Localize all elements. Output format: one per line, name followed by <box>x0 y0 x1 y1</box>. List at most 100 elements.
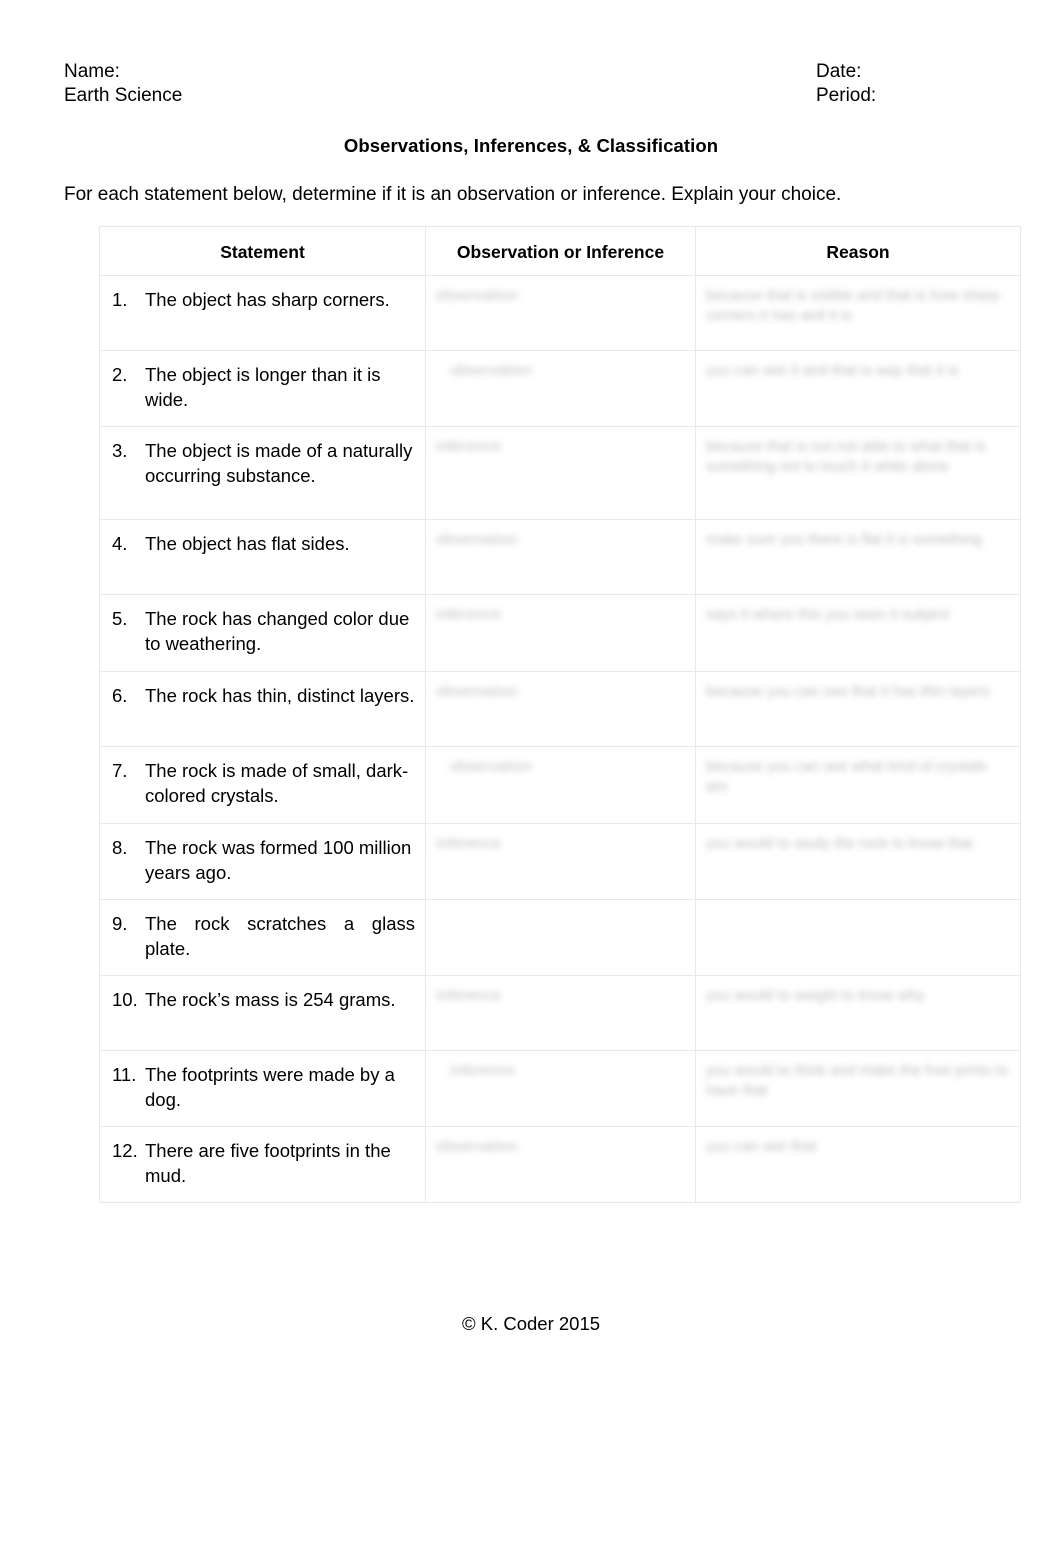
table-row: 3. The object is made of a naturally occu… <box>99 426 1021 520</box>
answer-reason-cell[interactable]: because you can see what kind of crystal… <box>695 746 1021 824</box>
answer-reason-content: you would to think and make the foot pri… <box>696 1051 1020 1115</box>
answer-reason-value: says it where this you seen it subject <box>706 606 950 623</box>
answer-type-cell[interactable]: inference <box>425 975 696 1051</box>
statement-line: 4. The object has flat sides. <box>112 532 415 557</box>
column-header-reason: Reason <box>695 226 1021 276</box>
answer-type-cell[interactable]: observation <box>425 671 696 747</box>
statement-line: 2. The object is longer than it is wide. <box>112 363 415 412</box>
answer-type-value: observation <box>436 683 518 700</box>
statement-line: 12. There are five footprints in the mud. <box>112 1139 415 1188</box>
statement-text: There are five footprints in the mud. <box>145 1140 391 1186</box>
statement-cell: 7. The rock is made of small, dark-colore… <box>99 746 426 824</box>
page-header: Name: Date: Earth Science Period: <box>64 60 1002 108</box>
answer-type-content: observation <box>426 747 695 791</box>
statement-cell: 10. The rock’s mass is 254 grams. <box>99 975 426 1051</box>
answer-reason-cell[interactable]: you would to weight to know why <box>695 975 1021 1051</box>
answer-reason-content: you can see that <box>696 1127 1020 1171</box>
answer-reason-value: because you can see what kind of crystal… <box>706 758 987 795</box>
answer-reason-content: because you can see that it has thin lay… <box>696 672 1020 716</box>
answer-reason-cell[interactable]: says it where this you seen it subject <box>695 594 1021 672</box>
answer-reason-value: because that is visible and that is how … <box>706 287 1000 324</box>
answer-reason-content: says it where this you seen it subject <box>696 595 1020 639</box>
answer-reason-content: you can see it and that is way that it i… <box>696 351 1020 395</box>
statement-number: 8. <box>112 837 128 858</box>
statement-text: The object is made of a naturally occurr… <box>145 440 413 486</box>
directions-text: For each statement below, determine if i… <box>64 184 842 205</box>
answer-type-value: inference <box>436 835 502 852</box>
answer-reason-value: you can see that <box>706 1138 817 1155</box>
statement-number: 7. <box>112 760 128 781</box>
answer-type-cell[interactable]: inference <box>425 1050 696 1127</box>
answer-type-content: inference <box>426 976 695 1020</box>
statement-content: 4. The object has flat sides. <box>100 520 425 594</box>
answer-reason-cell[interactable]: you would to study the rock to know that <box>695 823 1021 900</box>
answer-reason-cell[interactable]: because that is visible and that is how … <box>695 275 1021 351</box>
table-header-row: Statement Observation or Inference Reaso… <box>99 226 1021 276</box>
answer-type-cell[interactable]: inference <box>425 823 696 900</box>
statement-cell: 8. The rock was formed 100 million years … <box>99 823 426 900</box>
answer-type-value: observation <box>436 1138 518 1155</box>
answer-reason-value: you would to think and make the foot pri… <box>706 1062 1008 1099</box>
answer-type-value: inference <box>436 987 502 1004</box>
statement-number: 10. <box>112 989 138 1010</box>
answer-reason-cell[interactable]: you can see that <box>695 1126 1021 1203</box>
answer-reason-content: make sure you there is flat it is someth… <box>696 520 1020 564</box>
statement-cell: 1. The object has sharp corners. <box>99 275 426 351</box>
worksheet-table: Statement Observation or Inference Reaso… <box>99 226 1021 1203</box>
statement-text: The footprints were made by a dog. <box>145 1064 395 1110</box>
answer-reason-cell[interactable] <box>695 899 1021 976</box>
answer-reason-cell[interactable]: because you can see that it has thin lay… <box>695 671 1021 747</box>
statement-text: The object has flat sides. <box>145 533 350 554</box>
answer-type-cell[interactable]: inference <box>425 594 696 672</box>
statement-cell: 12. There are five footprints in the mud. <box>99 1126 426 1203</box>
page-title: Observations, Inferences, & Classificati… <box>343 135 719 156</box>
answer-type-content: inference <box>426 595 695 639</box>
answer-reason-content: because that is visible and that is how … <box>696 276 1020 340</box>
statement-line: 10. The rock’s mass is 254 grams. <box>112 988 415 1013</box>
answer-type-value: observation <box>436 531 518 548</box>
answer-type-cell[interactable]: inference <box>425 426 696 520</box>
answer-reason-cell[interactable]: you can see it and that is way that it i… <box>695 350 1021 427</box>
statement-content: 12. There are five footprints in the mud. <box>100 1127 425 1202</box>
answer-type-content <box>426 900 695 924</box>
statement-cell: 5. The rock has changed color due to weat… <box>99 594 426 672</box>
statement-number: 4. <box>112 533 128 554</box>
table-row: 11. The footprints were made by a dog. inf… <box>99 1050 1021 1127</box>
statement-number: 12. <box>112 1140 138 1161</box>
statement-number: 1. <box>112 289 128 310</box>
answer-reason-value: you would to study the rock to know that <box>706 835 973 852</box>
statement-content: 9. The rock scratches a glass plate. <box>100 900 425 975</box>
statement-text: The object has sharp corners. <box>145 289 390 310</box>
answer-type-content: observation <box>426 672 695 716</box>
answer-reason-value: because you can see that it has thin lay… <box>706 683 990 700</box>
table-row: 4. The object has flat sides. observation m… <box>99 519 1021 595</box>
answer-reason-content: you would to study the rock to know that <box>696 824 1020 868</box>
statement-content: 7. The rock is made of small, dark-colore… <box>100 747 425 822</box>
copyright-footer: © K. Coder 2015 <box>461 1313 601 1334</box>
answer-type-value: inference <box>436 606 502 623</box>
statement-cell: 3. The object is made of a naturally occu… <box>99 426 426 520</box>
answer-type-cell[interactable]: observation <box>425 350 696 427</box>
answer-type-cell[interactable]: observation <box>425 746 696 824</box>
statement-content: 2. The object is longer than it is wide. <box>100 351 425 426</box>
statement-content: 10. The rock’s mass is 254 grams. <box>100 976 425 1050</box>
answer-type-cell[interactable]: observation <box>425 519 696 595</box>
statement-line: 5. The rock has changed color due to weat… <box>112 607 415 656</box>
answer-type-cell[interactable]: observation <box>425 275 696 351</box>
statement-number: 2. <box>112 364 128 385</box>
answer-reason-content: because that is not not able to what tha… <box>696 427 1020 491</box>
statement-text: The object is longer than it is wide. <box>145 364 381 410</box>
answer-type-cell[interactable] <box>425 899 696 976</box>
answer-reason-cell[interactable]: make sure you there is flat it is someth… <box>695 519 1021 595</box>
answer-reason-content: you would to weight to know why <box>696 976 1020 1020</box>
answer-reason-cell[interactable]: you would to think and make the foot pri… <box>695 1050 1021 1127</box>
answer-reason-cell[interactable]: because that is not not able to what tha… <box>695 426 1021 520</box>
column-header-statement: Statement <box>99 226 426 276</box>
table-row: 10. The rock’s mass is 254 grams. inferenc… <box>99 975 1021 1051</box>
table-row: 7. The rock is made of small, dark-colore… <box>99 746 1021 824</box>
answer-type-cell[interactable]: observation <box>425 1126 696 1203</box>
statement-cell: 9. The rock scratches a glass plate. <box>99 899 426 976</box>
answer-type-value: inference <box>450 1062 516 1079</box>
answer-type-content: inference <box>426 1051 695 1095</box>
answer-type-content: observation <box>426 276 695 320</box>
